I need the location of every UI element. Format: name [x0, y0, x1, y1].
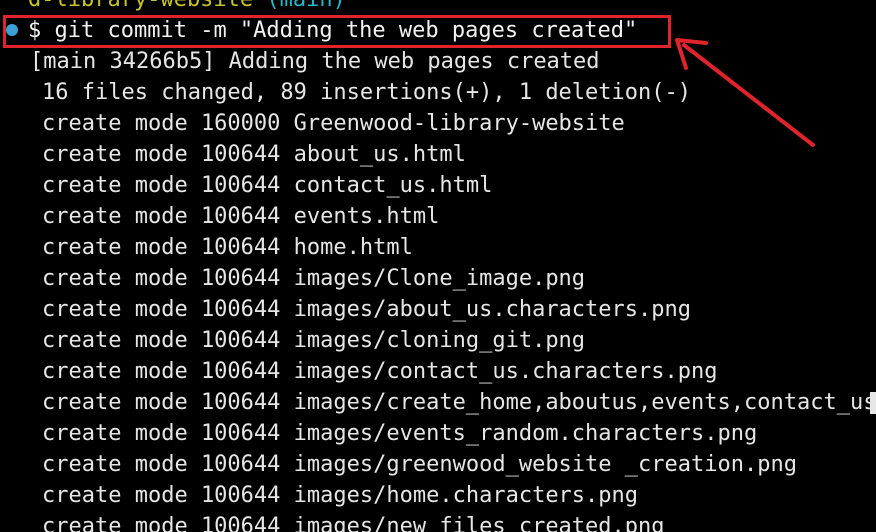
create-line: create mode 100644 images/greenwood_webs… [42, 452, 797, 477]
commit-summary: 16 files changed, 89 insertions(+), 1 de… [42, 80, 692, 105]
create-line: create mode 100644 images/home.character… [42, 483, 639, 508]
create-line: create mode 100644 home.html [42, 235, 413, 260]
create-line: create mode 100644 images/cloning_git.pn… [42, 328, 586, 353]
terminal-window[interactable]: d-library-website (main) $ git commit -m… [0, 0, 876, 532]
overflow-cursor-block [870, 392, 876, 414]
create-line: create mode 100644 images/new_files_crea… [42, 514, 665, 532]
create-line: create mode 100644 contact_us.html [42, 173, 493, 198]
create-line: create mode 160000 Greenwood-library-web… [42, 111, 625, 136]
create-line: create mode 100644 images/events_random.… [42, 421, 758, 446]
create-line: create mode 100644 images/Clone_image.pn… [42, 266, 586, 291]
create-line: create mode 100644 images/contact_us.cha… [42, 359, 718, 384]
create-line: create mode 100644 images/create_home,ab… [42, 390, 876, 415]
create-line: create mode 100644 events.html [42, 204, 440, 229]
commit-header: [main 34266b5] Adding the web pages crea… [30, 49, 600, 74]
create-line: create mode 100644 about_us.html [42, 142, 466, 167]
create-line: create mode 100644 images/about_us.chara… [42, 297, 692, 322]
